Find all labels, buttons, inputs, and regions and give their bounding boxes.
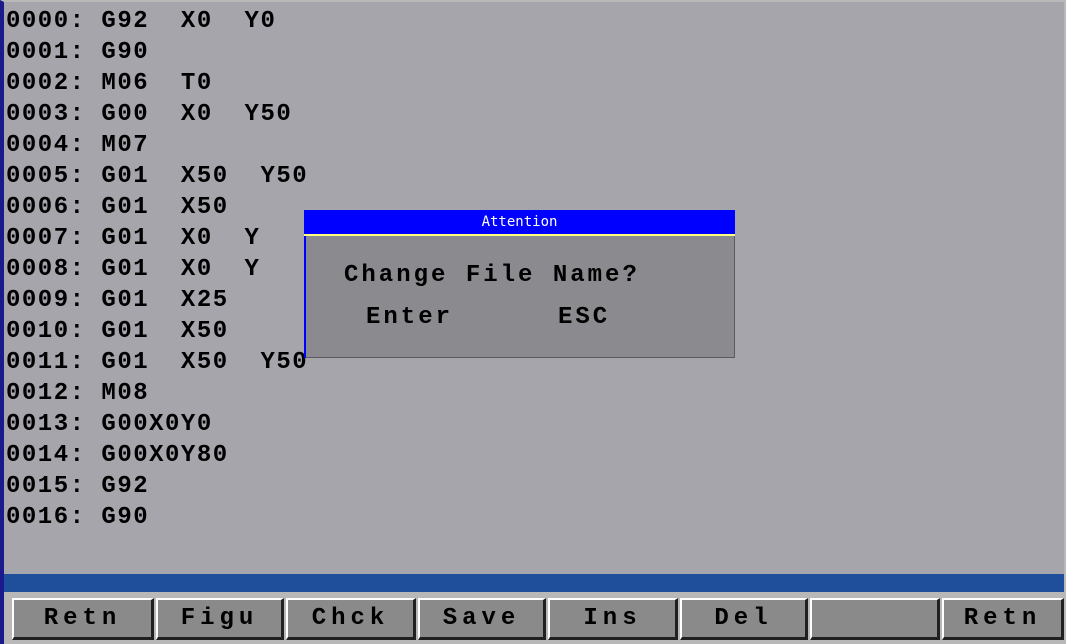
dialog-message: Change File Name? xyxy=(344,262,640,289)
dialog-left-edge xyxy=(304,236,306,358)
program-line-0011[interactable]: 0011: G01 X50 Y50 xyxy=(6,349,308,377)
retn-button[interactable]: Retn xyxy=(12,598,154,640)
program-line-0016[interactable]: 0016: G90 xyxy=(6,504,149,532)
program-line-0006[interactable]: 0006: G01 X50 xyxy=(6,194,229,222)
program-line-0009[interactable]: 0009: G01 X25 xyxy=(6,287,229,315)
enter-button[interactable]: Enter xyxy=(366,304,453,331)
retn-button-right[interactable]: Retn xyxy=(942,598,1064,640)
program-line-0008[interactable]: 0008: G01 X0 Y xyxy=(6,256,260,284)
program-line-0013[interactable]: 0013: G00X0Y0 xyxy=(6,411,213,439)
program-line-0002[interactable]: 0002: M06 T0 xyxy=(6,70,213,98)
attention-dialog: Attention Change File Name? Enter ESC xyxy=(304,210,735,358)
program-line-0000[interactable]: 0000: G92 X0 Y0 xyxy=(6,8,276,36)
program-line-0003[interactable]: 0003: G00 X0 Y50 xyxy=(6,101,292,129)
del-button[interactable]: Del xyxy=(680,598,808,640)
function-key-bar: Retn Figu Chck Save Ins Del Retn xyxy=(4,592,1064,644)
blank-function-button[interactable] xyxy=(810,598,940,640)
esc-button[interactable]: ESC xyxy=(558,304,610,331)
dialog-title: Attention xyxy=(481,214,558,230)
program-line-0014[interactable]: 0014: G00X0Y80 xyxy=(6,442,229,470)
chck-button[interactable]: Chck xyxy=(286,598,416,640)
figu-button[interactable]: Figu xyxy=(156,598,284,640)
ins-button[interactable]: Ins xyxy=(548,598,678,640)
status-bar xyxy=(4,574,1064,592)
program-line-0010[interactable]: 0010: G01 X50 xyxy=(6,318,229,346)
program-line-0007[interactable]: 0007: G01 X0 Y xyxy=(6,225,260,253)
dialog-titlebar: Attention xyxy=(304,210,735,236)
program-line-0005[interactable]: 0005: G01 X50 Y50 xyxy=(6,163,308,191)
program-line-0012[interactable]: 0012: M08 xyxy=(6,380,149,408)
save-button[interactable]: Save xyxy=(418,598,546,640)
program-line-0004[interactable]: 0004: M07 xyxy=(6,132,149,160)
program-line-0015[interactable]: 0015: G92 xyxy=(6,473,149,501)
program-line-0001[interactable]: 0001: G90 xyxy=(6,39,149,67)
cnc-editor-screen: 0000: G92 X0 Y0 0001: G90 0002: M06 T0 0… xyxy=(0,0,1066,644)
